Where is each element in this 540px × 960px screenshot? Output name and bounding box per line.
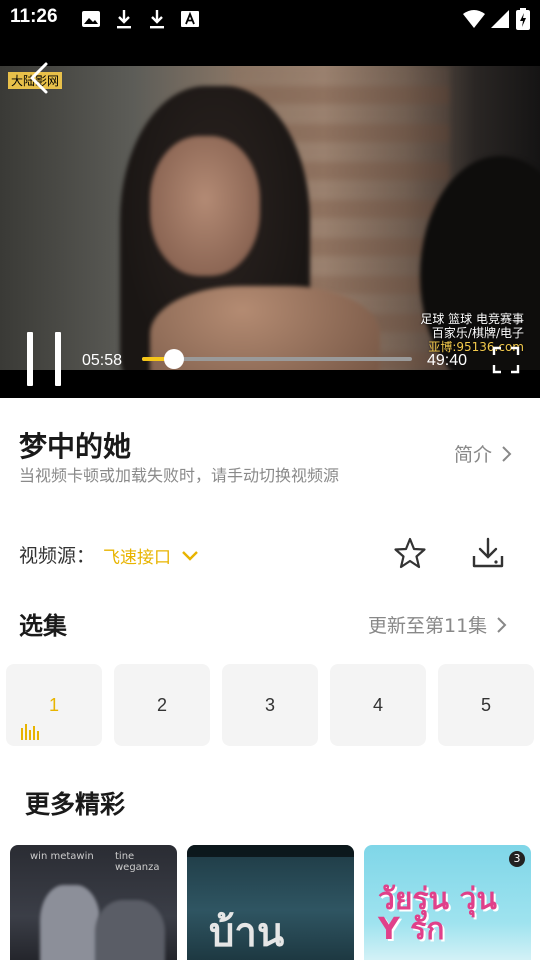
recommend-poster[interactable]: บ้าน xyxy=(187,845,354,960)
switch-source-hint: 当视频卡顿或加载失败时，请手动切换视频源 xyxy=(19,466,340,485)
ad-line-1: 足球 篮球 电竞赛事 xyxy=(420,312,524,326)
video-player[interactable]: 大陆影网 足球 篮球 电竞赛事 百家乐/棋牌/电子 亚博:95136.com 0… xyxy=(0,40,540,398)
video-title: 梦中的她 xyxy=(19,430,132,463)
ad-line-2: 百家乐/棋牌/电子 xyxy=(431,326,524,340)
pause-button[interactable] xyxy=(24,332,64,388)
download-icon xyxy=(117,10,131,29)
episode-button[interactable]: 1 xyxy=(6,664,102,746)
current-time: 05:58 xyxy=(82,352,123,369)
episode-button[interactable]: 4 xyxy=(330,664,426,746)
favorite-star-icon[interactable] xyxy=(393,536,427,570)
wifi-icon xyxy=(463,10,485,28)
duration-time: 49:40 xyxy=(427,352,468,369)
download-icon[interactable] xyxy=(470,536,506,570)
chevron-down-icon xyxy=(182,550,198,561)
source-selector[interactable]: 飞速接口 xyxy=(103,543,199,568)
poster-caption: win metawin xyxy=(30,851,94,862)
poster-title-art: บ้าน xyxy=(209,910,285,956)
episode-number: 2 xyxy=(156,694,167,715)
source-value: 飞速接口 xyxy=(103,548,171,568)
poster-title-art: วัยรุ่น วุ่น Y รัก xyxy=(378,882,497,947)
image-icon xyxy=(82,11,100,27)
status-bar: 11:26 xyxy=(0,0,540,40)
recommend-poster[interactable]: win metawin tine weganza xyxy=(10,845,177,960)
intro-link[interactable]: 简介 xyxy=(454,440,512,467)
episode-number: 3 xyxy=(264,694,275,715)
battery-charging-icon xyxy=(516,8,530,30)
episode-button[interactable]: 5 xyxy=(438,664,534,746)
episode-number: 5 xyxy=(480,694,491,715)
download-icon xyxy=(150,10,164,29)
more-title: 更多精彩 xyxy=(25,790,126,819)
episode-button[interactable]: 3 xyxy=(222,664,318,746)
episodes-update-text: 更新至第11集 xyxy=(368,615,488,637)
chevron-right-icon xyxy=(497,616,507,633)
seek-bar[interactable] xyxy=(142,349,412,369)
episodes-update-link[interactable]: 更新至第11集 xyxy=(368,611,507,638)
status-time: 11:26 xyxy=(10,6,58,27)
font-icon xyxy=(181,11,199,27)
episode-number: 4 xyxy=(372,694,383,715)
source-label: 视频源： xyxy=(19,545,96,567)
recommend-poster[interactable]: วัยรุ่น วุ่น Y รัก 3 xyxy=(364,845,531,960)
poster-badge: 3 xyxy=(509,851,525,867)
poster-caption: tine weganza xyxy=(115,851,160,873)
episodes-title: 选集 xyxy=(19,612,67,640)
episode-number: 1 xyxy=(48,694,59,715)
playing-bars-icon xyxy=(21,724,39,740)
back-arrow-icon[interactable] xyxy=(24,60,54,96)
chevron-right-icon xyxy=(502,445,512,462)
episode-list: 1 2 3 4 5 xyxy=(6,664,540,746)
fullscreen-icon[interactable] xyxy=(492,346,520,374)
episode-button[interactable]: 2 xyxy=(114,664,210,746)
signal-icon xyxy=(491,10,509,28)
intro-label: 简介 xyxy=(454,444,493,466)
